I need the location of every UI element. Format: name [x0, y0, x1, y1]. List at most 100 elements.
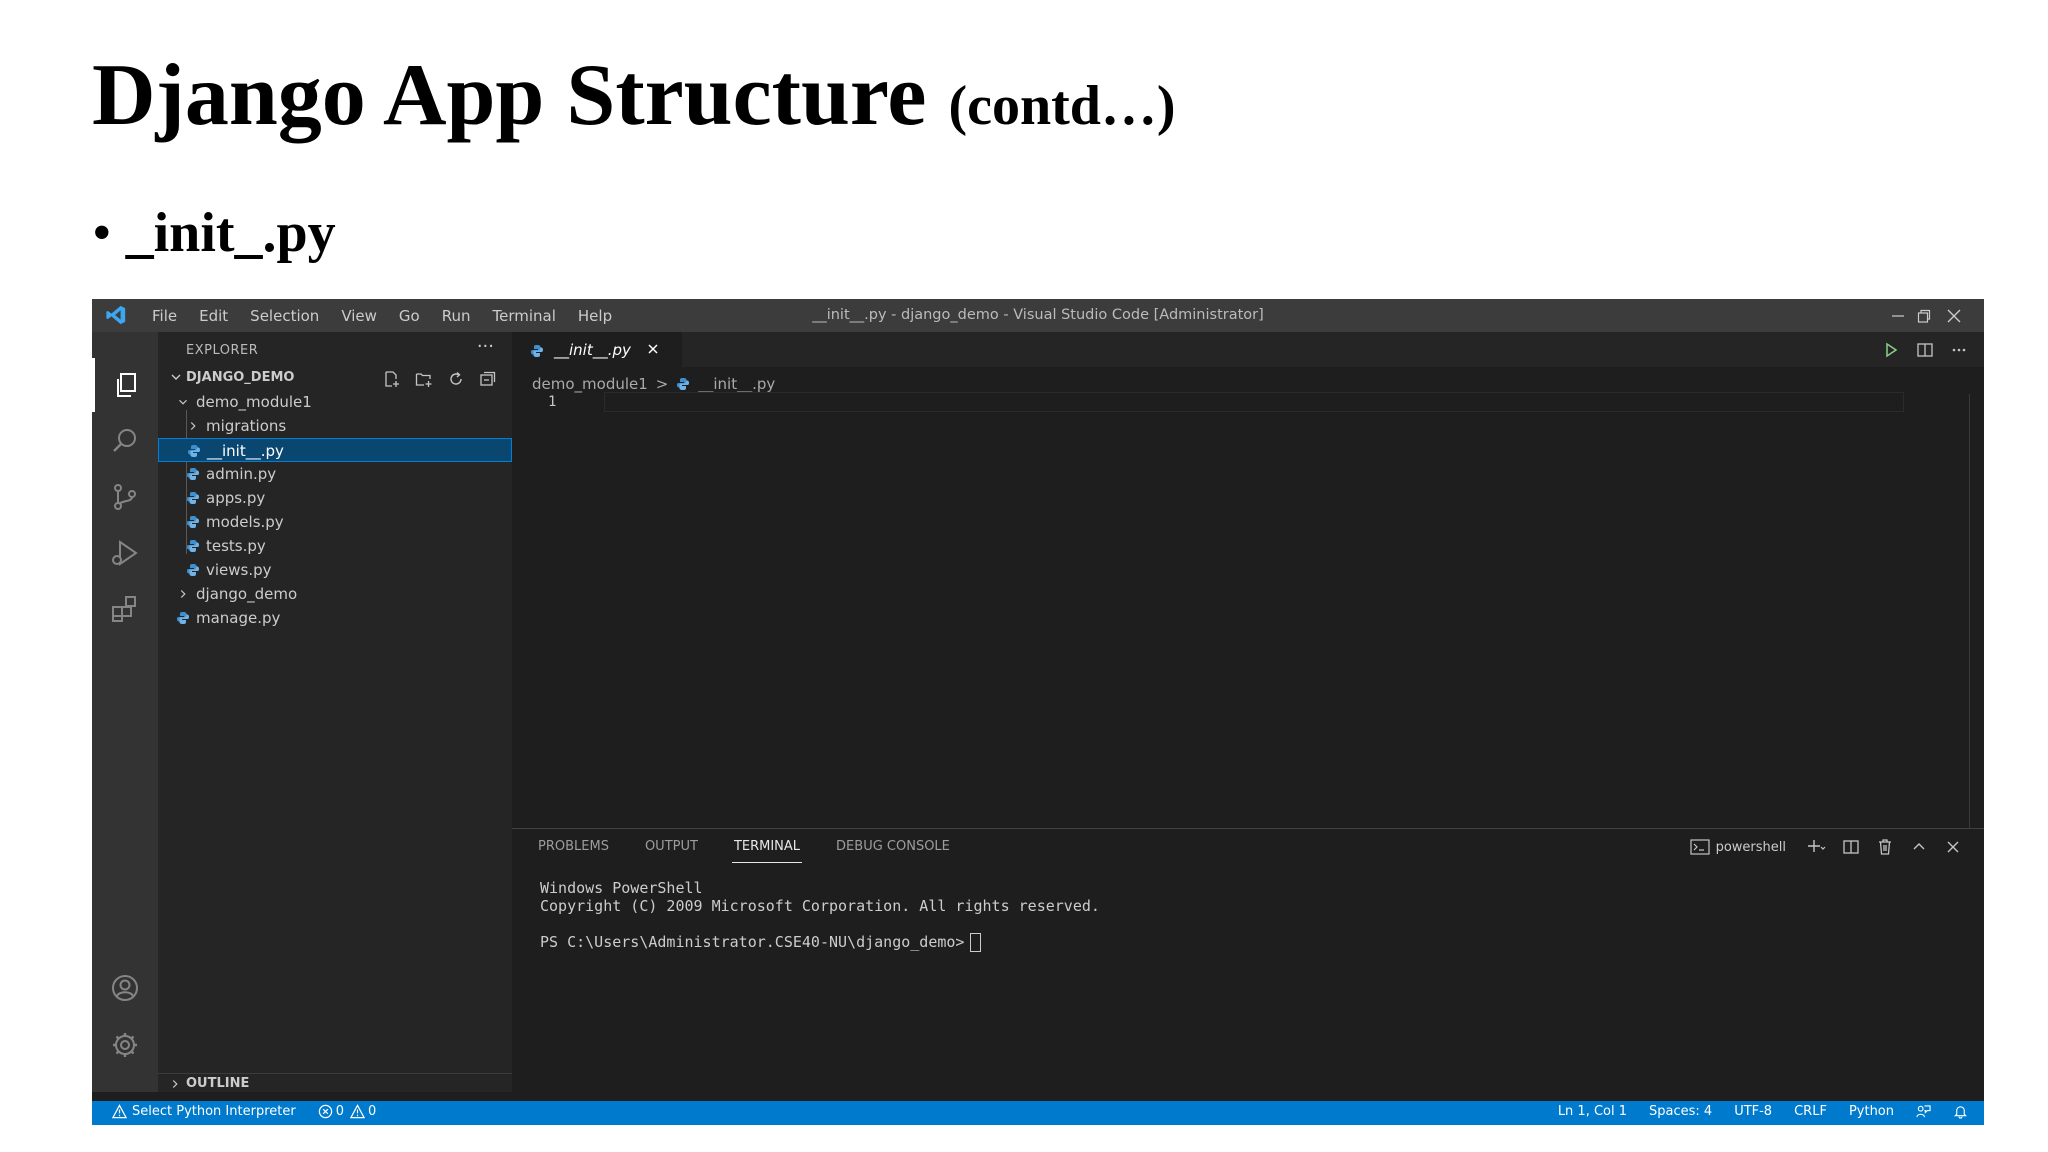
run-debug-icon [112, 540, 138, 566]
terminal-line-blank: ​ [540, 915, 1100, 933]
menu-selection[interactable]: Selection [250, 307, 319, 325]
terminal-cursor [970, 933, 982, 952]
split-editor-icon [1917, 343, 1933, 357]
title-bar: File Edit Selection View Go Run Terminal… [92, 299, 1984, 332]
panel-tab-bar: PROBLEMS OUTPUT TERMINAL DEBUG CONSOLE [536, 835, 984, 863]
breadcrumb-file[interactable]: __init__.py [698, 375, 775, 393]
collapse-folders-button[interactable] [472, 368, 504, 390]
chevron-down-icon [171, 374, 181, 380]
indentation[interactable]: Spaces: 4 [1649, 1104, 1712, 1119]
editor-more-actions-button[interactable] [1942, 339, 1976, 361]
tree-folder-migrations[interactable]: migrations [158, 414, 512, 438]
split-editor-button[interactable] [1908, 339, 1942, 361]
bullet-text: _init_.py [125, 202, 336, 264]
tree-file-apps-py[interactable]: apps.py [158, 486, 512, 510]
menu-file[interactable]: File [152, 307, 177, 325]
close-icon [1947, 309, 1961, 322]
line-number: 1 [548, 394, 557, 410]
refresh-explorer-button[interactable] [440, 368, 472, 390]
explorer-more-actions[interactable]: ··· [477, 336, 494, 357]
maximize-panel-button[interactable] [1902, 835, 1936, 859]
account-icon [112, 975, 138, 1001]
select-interpreter-button[interactable]: Select Python Interpreter [112, 1104, 296, 1119]
activity-accounts[interactable] [92, 961, 158, 1015]
vscode-logo-icon [106, 305, 126, 325]
breadcrumb: demo_module1 > __init__.py [532, 374, 775, 394]
more-icon [1952, 348, 1966, 352]
tree-item-label: apps.py [206, 489, 266, 507]
warning-icon [349, 1104, 365, 1119]
plus-chevron-icon [1808, 840, 1826, 852]
menu-run[interactable]: Run [442, 307, 471, 325]
new-folder-button[interactable] [408, 368, 440, 390]
tab-debug-console[interactable]: DEBUG CONSOLE [834, 835, 952, 863]
code-editor-current-line[interactable] [604, 392, 1904, 412]
run-python-file-button[interactable] [1874, 339, 1908, 361]
slide-title-main: Django App Structure [92, 47, 927, 144]
editor-scrollbar[interactable] [1969, 394, 1970, 902]
slide-bullet: • _init_.py [92, 205, 336, 261]
project-section-header[interactable]: DJANGO_DEMO [158, 366, 512, 390]
tree-file-manage-py[interactable]: manage.py [158, 606, 512, 630]
project-name: DJANGO_DEMO [186, 370, 295, 385]
new-terminal-button[interactable] [1800, 835, 1834, 859]
feedback-button[interactable] [1916, 1104, 1931, 1119]
tree-item-label: tests.py [206, 537, 266, 555]
activity-manage[interactable] [92, 1018, 158, 1072]
outline-section-header[interactable]: OUTLINE [158, 1073, 512, 1093]
warning-icon [112, 1104, 127, 1119]
vscode-window: File Edit Selection View Go Run Terminal… [92, 299, 1984, 1125]
tree-file-models-py[interactable]: models.py [158, 510, 512, 534]
menu-view[interactable]: View [341, 307, 377, 325]
slide-title-suffix: (contd…) [948, 75, 1176, 137]
problems-indicator[interactable]: 0 0 [318, 1104, 376, 1119]
status-bar: Select Python Interpreter 0 0 Ln 1, Col … [92, 1101, 1984, 1125]
menu-help[interactable]: Help [578, 307, 612, 325]
menu-go[interactable]: Go [399, 307, 420, 325]
split-terminal-button[interactable] [1834, 835, 1868, 859]
tab-terminal[interactable]: TERMINAL [731, 835, 803, 863]
collapse-all-icon [480, 371, 496, 386]
close-icon [1947, 841, 1959, 853]
breadcrumb-folder[interactable]: demo_module1 [532, 375, 648, 393]
tree-file-views-py[interactable]: views.py [158, 558, 512, 582]
terminal-shell-selector[interactable]: powershell [1689, 839, 1786, 855]
terminal-output[interactable]: Windows PowerShell Copyright (C) 2009 Mic… [540, 879, 1100, 952]
python-file-icon [177, 612, 189, 624]
error-count: 0 [335, 1104, 344, 1119]
settings-gear-icon [113, 1033, 137, 1057]
tree-file-admin-py[interactable]: admin.py [158, 462, 512, 486]
editor-tab-init-py[interactable]: __init__.py [512, 332, 682, 367]
file-encoding[interactable]: UTF-8 [1734, 1104, 1772, 1119]
close-tab-icon[interactable] [646, 342, 660, 356]
close-panel-button[interactable] [1936, 835, 1970, 859]
notifications-button[interactable] [1953, 1104, 1968, 1119]
run-icon [1886, 342, 1898, 358]
close-window-button[interactable] [1924, 299, 1984, 332]
menu-terminal[interactable]: Terminal [493, 307, 556, 325]
activity-search[interactable] [92, 414, 158, 468]
tree-item-label: __init__.py [207, 442, 284, 460]
menu-bar: File Edit Selection View Go Run Terminal… [152, 299, 634, 332]
activity-source-control[interactable] [92, 470, 158, 524]
kill-terminal-button[interactable] [1868, 835, 1902, 859]
tree-item-label: migrations [206, 417, 287, 435]
tree-file-tests-py[interactable]: tests.py [158, 534, 512, 558]
explorer-sidebar: EXPLORER ··· DJANGO_DEMO demo_module1 mi… [158, 332, 512, 1092]
tab-output[interactable]: OUTPUT [643, 835, 700, 863]
end-of-line[interactable]: CRLF [1794, 1104, 1827, 1119]
panel-actions: powershell [1689, 835, 1970, 859]
tree-folder-django-demo[interactable]: django_demo [158, 582, 512, 606]
activity-explorer[interactable] [92, 358, 158, 412]
activity-extensions[interactable] [92, 582, 158, 636]
tree-folder-demo-module1[interactable]: demo_module1 [158, 390, 512, 414]
new-file-button[interactable] [376, 368, 408, 390]
activity-run-debug[interactable] [92, 526, 158, 580]
chevron-up-icon [1913, 843, 1925, 850]
cursor-position[interactable]: Ln 1, Col 1 [1558, 1104, 1627, 1119]
tree-item-label: manage.py [196, 609, 281, 627]
tree-file-init-py[interactable]: __init__.py [158, 438, 512, 462]
language-mode[interactable]: Python [1849, 1104, 1894, 1119]
menu-edit[interactable]: Edit [199, 307, 228, 325]
tab-problems[interactable]: PROBLEMS [536, 835, 611, 863]
